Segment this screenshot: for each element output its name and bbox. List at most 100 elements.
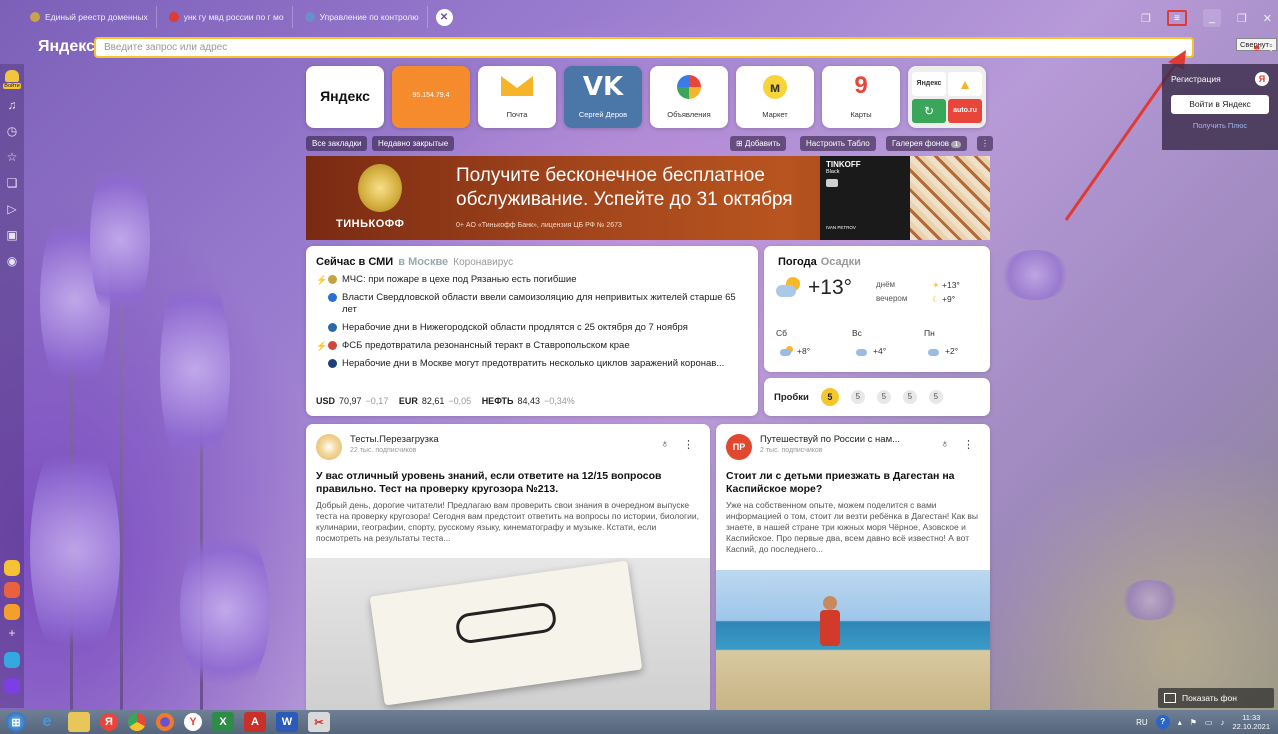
login-button[interactable]: Войти [3, 70, 21, 92]
weather-widget[interactable]: Погода Осадки +13° днём вечером ☀ +13° ☾ … [764, 246, 990, 372]
close-window-button[interactable]: ✕ [1263, 12, 1272, 25]
card-image-book[interactable] [306, 558, 710, 714]
tab-control-department[interactable]: Управление по контролю [297, 6, 428, 28]
collections-icon[interactable]: ❐ [1141, 12, 1151, 25]
subscribe-icon[interactable]: ♁ [941, 438, 949, 451]
explorer-icon[interactable] [68, 712, 90, 732]
tile-yandex[interactable]: Яндекс [306, 66, 384, 128]
collections-icon[interactable]: ❏ [5, 176, 19, 190]
clock[interactable]: 11:33 22.10.2021 [1232, 713, 1270, 731]
add-app-icon[interactable]: + [5, 626, 19, 640]
address-input[interactable]: Введите запрос или адрес [94, 37, 1194, 58]
tinkoff-ad-banner[interactable]: ТИНЬКОФФ Получите бесконечное бесплатное… [306, 156, 990, 240]
news-item[interactable]: Власти Свердловской области ввели самоиз… [316, 292, 748, 316]
tab-domain-registry[interactable]: Единый реестр доменных [22, 6, 157, 28]
yandex-browser-icon[interactable]: Я [100, 713, 118, 731]
flag-icon[interactable]: ⚑ [1190, 718, 1197, 727]
browser-menu-button[interactable]: ≡ [1166, 10, 1187, 26]
help-icon[interactable]: ? [1155, 715, 1170, 729]
login-yandex-button[interactable]: Войти в Яндекс [1171, 95, 1269, 114]
tile-vk[interactable]: VK Сергей Деров [564, 66, 642, 128]
tile-maps[interactable]: 9 Карты [822, 66, 900, 128]
pdf-reader-icon[interactable]: A [244, 712, 266, 732]
card-title[interactable]: У вас отличный уровень знаний, если отве… [316, 470, 700, 496]
all-bookmarks-button[interactable]: Все закладки [306, 136, 368, 151]
news-region-tab[interactable]: в Москве [398, 256, 448, 268]
tile-ip-address[interactable]: 95.154.79.4 [392, 66, 470, 128]
tile-market[interactable]: м Маркет [736, 66, 814, 128]
news-topic-tab[interactable]: Коронавирус [453, 257, 513, 268]
forecast-day: Сб [776, 328, 788, 338]
tile-group[interactable]: Яндекс ▲ ↻ auto.ru [908, 66, 986, 128]
snipping-tool-icon[interactable]: ✂ [308, 712, 330, 732]
excel-icon[interactable]: X [212, 712, 234, 732]
oil-label[interactable]: НЕФТЬ [482, 396, 514, 406]
card-title[interactable]: Стоит ли с детьми приезжать в Дагестан н… [726, 470, 980, 496]
show-background-button[interactable]: Показать фон [1158, 688, 1274, 708]
minimize-button[interactable]: _ [1202, 9, 1221, 27]
screenshot-icon[interactable]: ◉ [5, 254, 19, 268]
zen-card[interactable]: ПР Путешествуй по России с нам... 2 тыс.… [716, 424, 990, 714]
volume-icon[interactable]: ♪ [1220, 718, 1224, 727]
recently-closed-button[interactable]: Недавно закрытые [372, 136, 455, 151]
configure-board-button[interactable]: Настроить Табло [800, 136, 876, 151]
account-panel-header: Регистрация Я [1171, 72, 1269, 86]
firefox-icon[interactable] [156, 713, 174, 731]
card-menu-icon[interactable]: ⋮ [683, 438, 694, 451]
news-item[interactable]: ⚡ ФСБ предотвратила резонансный теракт в … [316, 340, 748, 352]
word-icon[interactable]: W [276, 712, 298, 732]
tray-arrow-icon[interactable]: ▴ [1178, 718, 1182, 727]
subscribe-icon[interactable]: ♁ [661, 438, 669, 451]
counter-icon[interactable]: ▣ [5, 228, 19, 242]
channel-avatar[interactable] [316, 434, 342, 460]
channel-name[interactable]: Тесты.Перезагрузка [350, 434, 439, 445]
yandex-app-icon[interactable] [4, 560, 20, 576]
news-item[interactable]: Нерабочие дни в Нижегородской области пр… [316, 322, 748, 334]
add-tile-button[interactable]: ⊞ Добавить [730, 136, 787, 151]
alice-app-icon[interactable] [4, 678, 20, 694]
history-icon[interactable]: ◷ [5, 124, 19, 138]
start-button-icon[interactable]: ⊞ [6, 712, 26, 732]
classifieds-icon [677, 75, 701, 99]
traffic-widget[interactable]: Пробки 5 5 5 5 5 [764, 378, 990, 416]
get-plus-link[interactable]: Получить Плюс [1171, 121, 1269, 130]
bell-icon[interactable]: ♫ [5, 98, 19, 112]
registration-link[interactable]: Регистрация [1171, 74, 1221, 84]
rain-cloud-icon [928, 346, 942, 356]
usd-label[interactable]: USD [316, 396, 335, 406]
tab-mvd[interactable]: унк гу мвд россии по г мо [161, 6, 293, 28]
news-item[interactable]: ⚡ МЧС: при пожаре в цехе под Рязанью есть… [316, 274, 748, 286]
card-name: IVAN PETROV [826, 225, 856, 230]
chrome-icon[interactable] [128, 713, 146, 731]
background-gallery-button[interactable]: Галерея фонов 1 [886, 136, 968, 151]
network-icon[interactable]: ▭ [1205, 718, 1213, 727]
news-item[interactable]: Нерабочие дни в Москве могут предотврати… [316, 358, 748, 370]
channel-name[interactable]: Путешествуй по России с нам... [760, 434, 900, 445]
yandex-logo[interactable]: Яндекс [38, 38, 95, 56]
new-tab-close-icon[interactable]: ✕ [435, 8, 453, 26]
weather-title[interactable]: Погода [778, 256, 817, 268]
more-options-icon[interactable]: ⋮ [977, 136, 993, 151]
eur-label[interactable]: EUR [399, 396, 418, 406]
channel-avatar[interactable]: ПР [726, 434, 752, 460]
zen-card[interactable]: Тесты.Перезагрузка 22 тыс. подписчиков ♁… [306, 424, 710, 714]
tile-classifieds[interactable]: Объявления [650, 66, 728, 128]
card-menu-icon[interactable]: ⋮ [963, 438, 974, 451]
messenger-app-icon[interactable] [4, 652, 20, 668]
mail-app-icon[interactable] [4, 604, 20, 620]
channel-subs: 22 тыс. подписчиков [350, 447, 417, 454]
extension-icon[interactable]: ♠ [1254, 40, 1260, 54]
moon-icon: ☾ [932, 294, 940, 304]
internet-explorer-icon[interactable]: e [36, 712, 58, 732]
restore-button[interactable]: ❐ [1237, 12, 1247, 25]
news-title[interactable]: Сейчас в СМИ [316, 256, 393, 268]
language-indicator[interactable]: RU [1136, 718, 1148, 727]
bookmarks-star-icon[interactable]: ☆ [5, 150, 19, 164]
card-image-sea[interactable] [716, 570, 990, 714]
yandex-y-icon[interactable]: Y [184, 713, 202, 731]
maps-app-icon[interactable] [4, 582, 20, 598]
play-icon[interactable]: ▷ [5, 202, 19, 216]
weather-precip-tab[interactable]: Осадки [821, 256, 861, 268]
downloads-icon[interactable]: ⇩ [1266, 40, 1276, 54]
tile-mail[interactable]: Почта [478, 66, 556, 128]
